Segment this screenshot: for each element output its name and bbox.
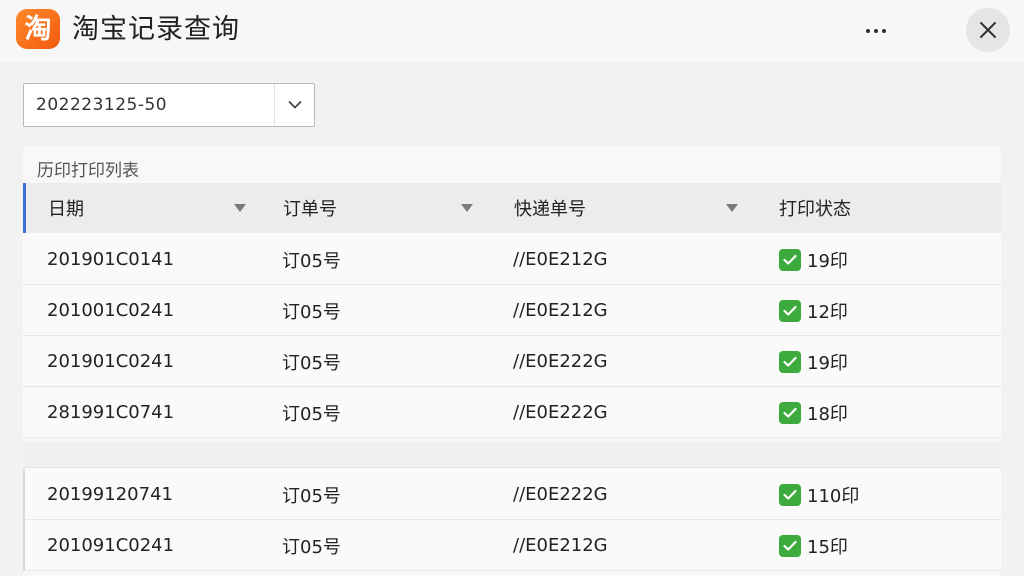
column-header-order[interactable]: 订单号 — [283, 183, 337, 233]
cell-status: 15印 — [779, 520, 848, 571]
check-icon — [779, 401, 801, 424]
check-icon — [779, 534, 801, 557]
status-text: 19印 — [807, 250, 848, 272]
row-group-divider — [23, 442, 1001, 468]
logo-char: 淘 — [24, 13, 52, 45]
cell-date: 201901C0141 — [47, 249, 175, 270]
cell-date: 201001C0241 — [47, 300, 175, 321]
cell-status: 19印 — [779, 336, 848, 387]
print-list-panel: 历印打印列表 日期 订单号 快递单号 打印状态 201901C0141 订05号… — [23, 146, 1001, 576]
table-row[interactable]: 201001C0241 订05号 //E0E212G 12印 — [23, 285, 1001, 336]
cell-tracking: //E0E222G — [513, 402, 608, 423]
cell-tracking: //E0E222G — [513, 484, 608, 505]
cell-date: 201901C0241 — [47, 351, 175, 372]
check-icon — [779, 483, 801, 506]
window-title: 淘宝记录查询 — [72, 14, 240, 45]
date-range-select[interactable]: 202223125-50 — [23, 83, 315, 127]
table-row[interactable]: 201901C0241 订05号 //E0E222G 19印 — [23, 336, 1001, 387]
more-options-button[interactable] — [856, 13, 896, 49]
section-label: 历印打印列表 — [37, 161, 139, 181]
cell-order: 订05号 — [282, 536, 341, 558]
cell-order: 订05号 — [282, 301, 341, 323]
status-text: 15印 — [807, 536, 848, 558]
close-button[interactable] — [966, 8, 1010, 52]
close-icon — [980, 22, 996, 38]
status-text: 19印 — [807, 352, 848, 374]
cell-order: 订05号 — [282, 403, 341, 425]
cell-order: 订05号 — [282, 352, 341, 374]
table-row[interactable]: 201901C0141 订05号 //E0E212G 19印 — [23, 234, 1001, 285]
status-text: 110印 — [807, 485, 860, 507]
column-header-status[interactable]: 打印状态 — [779, 183, 851, 233]
table-row[interactable]: 281991C0741 订05号 //E0E222G 18印 — [23, 387, 1001, 438]
date-range-dropdown-toggle[interactable] — [274, 84, 314, 126]
title-bar: 淘 淘宝记录查询 — [0, 0, 1024, 62]
check-icon — [779, 248, 801, 271]
cell-order: 订05号 — [282, 250, 341, 272]
cell-date: 20199120741 — [47, 484, 173, 505]
cell-tracking: //E0E212G — [513, 300, 608, 321]
sort-date-arrow-icon[interactable] — [234, 204, 246, 212]
date-range-value: 202223125-50 — [36, 95, 168, 115]
sort-tracking-arrow-icon[interactable] — [726, 204, 738, 212]
cell-status: 110印 — [779, 469, 859, 520]
cell-tracking: //E0E212G — [513, 249, 608, 270]
check-icon — [779, 299, 801, 322]
cell-date: 281991C0741 — [47, 402, 175, 423]
cell-date: 201091C0241 — [47, 535, 175, 556]
sort-order-arrow-icon[interactable] — [461, 204, 473, 212]
cell-tracking: //E0E222G — [513, 351, 608, 372]
status-text: 18印 — [807, 403, 848, 425]
more-horizontal-icon — [866, 29, 870, 33]
column-header-date[interactable]: 日期 — [48, 183, 84, 233]
column-header-tracking[interactable]: 快递单号 — [514, 183, 586, 233]
app-window: 淘 淘宝记录查询 202223125-50 历印打印列表 日期 订单号 快递单号… — [0, 0, 1024, 576]
cell-tracking: //E0E212G — [513, 535, 608, 556]
cell-status: 18印 — [779, 387, 848, 438]
cell-order: 订05号 — [282, 485, 341, 507]
table-row[interactable]: 20199120741 订05号 //E0E222G 110印 — [23, 469, 1001, 520]
table-header: 日期 订单号 快递单号 打印状态 — [23, 183, 1001, 233]
cell-status: 12印 — [779, 285, 848, 336]
cell-status: 19印 — [779, 234, 848, 285]
table-row[interactable]: 201091C0241 订05号 //E0E212G 15印 — [23, 520, 1001, 571]
taobao-logo-icon: 淘 — [16, 9, 60, 49]
check-icon — [779, 350, 801, 373]
chevron-down-icon — [288, 101, 301, 109]
status-text: 12印 — [807, 301, 848, 323]
